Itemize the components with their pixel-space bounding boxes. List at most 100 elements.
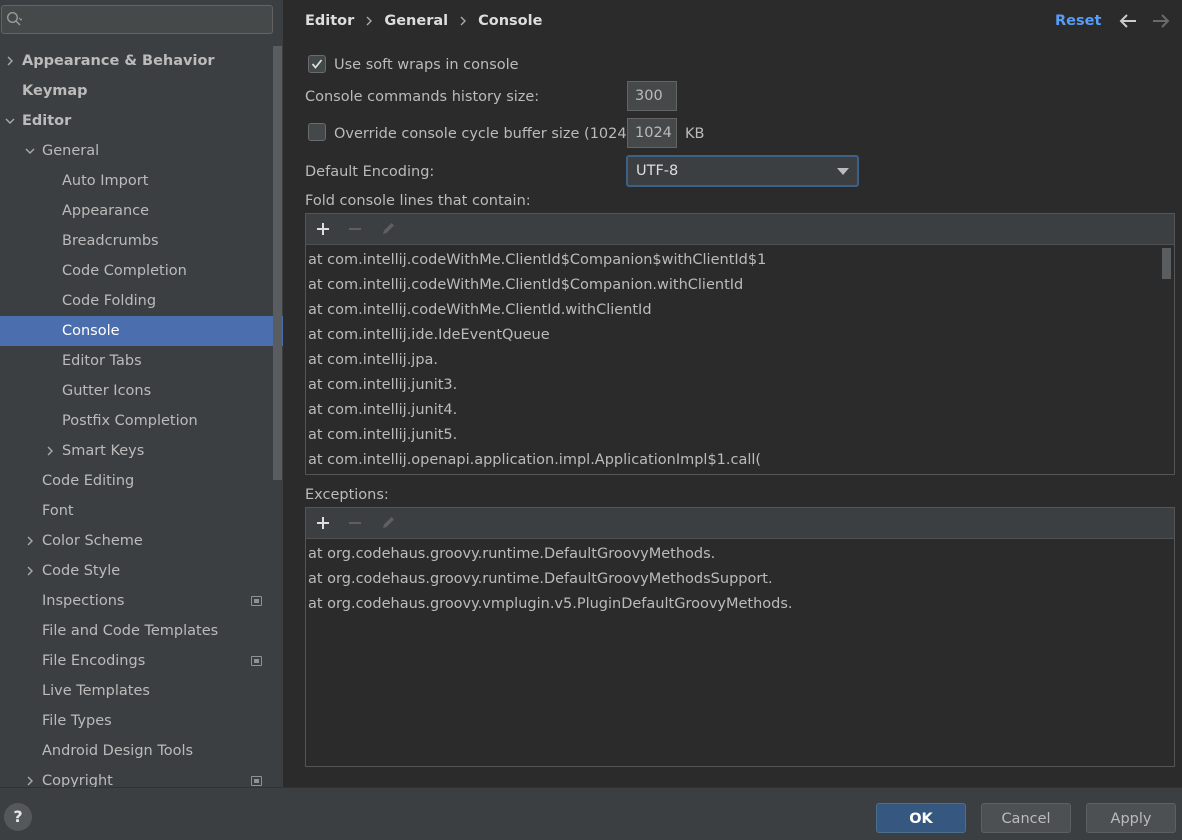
sidebar-item[interactable]: Font [0, 496, 283, 526]
list-item[interactable]: at org.codehaus.groovy.vmplugin.v5.Plugi… [306, 592, 1174, 617]
exceptions-rows: at org.codehaus.groovy.runtime.DefaultGr… [306, 542, 1174, 617]
sidebar-item[interactable]: Copyright [0, 766, 283, 787]
project-scope-icon [251, 776, 262, 786]
dialog-footer: ? OK Cancel Apply [0, 787, 1182, 840]
sidebar-item[interactable]: Code Editing [0, 466, 283, 496]
sidebar-scrollbar[interactable] [273, 46, 282, 480]
sidebar-item[interactable]: General [0, 136, 283, 166]
chevron-down-icon[interactable] [4, 115, 16, 127]
edit-pencil-icon[interactable] [380, 221, 396, 237]
sidebar-item-label: Copyright [42, 773, 113, 787]
sidebar-item[interactable]: Auto Import [0, 166, 283, 196]
sidebar-item[interactable]: Editor Tabs [0, 346, 283, 376]
sidebar-item-label: Code Editing [42, 473, 135, 489]
sidebar-item[interactable]: Inspections [0, 586, 283, 616]
sidebar-item[interactable]: Code Folding [0, 286, 283, 316]
sidebar-item-label: Console [62, 323, 120, 339]
list-item[interactable]: at com.intellij.jpa. [306, 348, 1174, 373]
forward-arrow-icon[interactable] [1151, 12, 1171, 30]
soft-wraps-checkbox[interactable] [308, 55, 326, 73]
sidebar-item[interactable]: Appearance & Behavior [0, 46, 283, 76]
search-icon [6, 11, 22, 26]
list-item[interactable]: at com.intellij.junit3. [306, 373, 1174, 398]
sidebar-item[interactable]: File Encodings [0, 646, 283, 676]
breadcrumb-editor[interactable]: Editor [305, 13, 354, 29]
sidebar-item-label: Editor [22, 113, 72, 129]
sidebar-item[interactable]: Breadcrumbs [0, 226, 283, 256]
cycle-buffer-field[interactable]: 1024 [627, 118, 677, 148]
search-input[interactable] [1, 5, 273, 34]
sidebar-item-label: Appearance & Behavior [22, 53, 215, 69]
sidebar-item[interactable]: File Types [0, 706, 283, 736]
reset-link[interactable]: Reset [1055, 10, 1101, 32]
chevron-right-icon[interactable] [24, 535, 36, 547]
settings-sidebar: Appearance & Behavior Keymap Editor General… [0, 0, 283, 787]
sidebar-item[interactable]: File and Code Templates [0, 616, 283, 646]
sidebar-item-label: Code Completion [62, 263, 187, 279]
list-item[interactable]: at com.intellij.junit5. [306, 423, 1174, 448]
list-item[interactable]: at com.intellij.ide.IdeEventQueue [306, 323, 1174, 348]
remove-icon[interactable] [347, 515, 363, 531]
sidebar-item[interactable]: Appearance [0, 196, 283, 226]
sidebar-item[interactable]: Console [0, 316, 283, 346]
sidebar-item-label: File and Code Templates [42, 623, 219, 639]
sidebar-item[interactable]: Android Design Tools [0, 736, 283, 766]
fold-lines-label: Fold console lines that contain: [305, 193, 531, 209]
sidebar-item-label: Appearance [62, 203, 150, 219]
chevron-right-icon[interactable] [24, 775, 36, 787]
help-button[interactable]: ? [4, 803, 32, 831]
exceptions-label: Exceptions: [305, 487, 389, 503]
settings-tree: Appearance & Behavior Keymap Editor General… [0, 46, 283, 787]
list-item[interactable]: at com.intellij.codeWithMe.ClientId$Comp… [306, 273, 1174, 298]
list-item[interactable]: at com.intellij.codeWithMe.ClientId$Comp… [306, 248, 1174, 273]
sidebar-item[interactable]: Color Scheme [0, 526, 283, 556]
breadcrumb-general[interactable]: General [384, 13, 448, 29]
sidebar-item-label: Live Templates [42, 683, 150, 699]
sidebar-item[interactable]: Editor [0, 106, 283, 136]
sidebar-item[interactable]: Live Templates [0, 676, 283, 706]
sidebar-item-label: Editor Tabs [62, 353, 142, 369]
project-scope-icon [251, 656, 262, 666]
list-item[interactable]: at org.codehaus.groovy.runtime.DefaultGr… [306, 567, 1174, 592]
sidebar-item[interactable]: Code Style [0, 556, 283, 586]
chevron-down-icon[interactable] [24, 145, 36, 157]
list-item[interactable]: at com.intellij.junit4. [306, 398, 1174, 423]
edit-pencil-icon[interactable] [380, 515, 396, 531]
history-size-label: Console commands history size: [305, 89, 540, 105]
history-size-field[interactable]: 300 [627, 81, 677, 111]
sidebar-item[interactable]: Gutter Icons [0, 376, 283, 406]
sidebar-item[interactable]: Code Completion [0, 256, 283, 286]
sidebar-item-label: Gutter Icons [62, 383, 152, 399]
encoding-dropdown[interactable]: UTF-8 [626, 155, 859, 187]
sidebar-item[interactable]: Smart Keys [0, 436, 283, 466]
exceptions-toolbar [306, 508, 1174, 539]
apply-button[interactable]: Apply [1086, 803, 1176, 833]
sidebar-item[interactable]: Keymap [0, 76, 283, 106]
back-arrow-icon[interactable] [1118, 12, 1138, 30]
sidebar-item-label: Smart Keys [62, 443, 145, 459]
sidebar-item-label: Keymap [22, 83, 88, 99]
remove-icon[interactable] [347, 221, 363, 237]
list-item[interactable]: at com.intellij.codeWithMe.ClientId.with… [306, 298, 1174, 323]
chevron-right-icon[interactable] [24, 565, 36, 577]
list-item[interactable]: at com.intellij.openapi.application.impl… [306, 448, 1174, 473]
breadcrumb: Editor General Console [305, 10, 542, 32]
chevron-right-icon[interactable] [4, 55, 16, 67]
list-item[interactable]: at org.codehaus.groovy.runtime.DefaultGr… [306, 542, 1174, 567]
exceptions-list: at org.codehaus.groovy.runtime.DefaultGr… [305, 507, 1175, 767]
project-scope-icon [251, 596, 262, 606]
ok-button[interactable]: OK [876, 803, 966, 833]
cycle-buffer-label: Override console cycle buffer size (1024… [334, 126, 657, 142]
cancel-button[interactable]: Cancel [981, 803, 1071, 833]
sidebar-item[interactable]: Postfix Completion [0, 406, 283, 436]
add-icon[interactable] [315, 221, 331, 237]
sidebar-item-label: General [42, 143, 100, 159]
fold-list-scrollbar[interactable] [1162, 248, 1171, 279]
chevron-right-icon[interactable] [44, 445, 56, 457]
dropdown-arrow-icon [837, 168, 849, 175]
fold-toolbar [306, 214, 1174, 245]
cycle-buffer-checkbox[interactable] [308, 123, 326, 141]
fold-lines-list: at com.intellij.codeWithMe.ClientId$Comp… [305, 213, 1175, 475]
chevron-right-icon [354, 16, 384, 26]
add-icon[interactable] [315, 515, 331, 531]
